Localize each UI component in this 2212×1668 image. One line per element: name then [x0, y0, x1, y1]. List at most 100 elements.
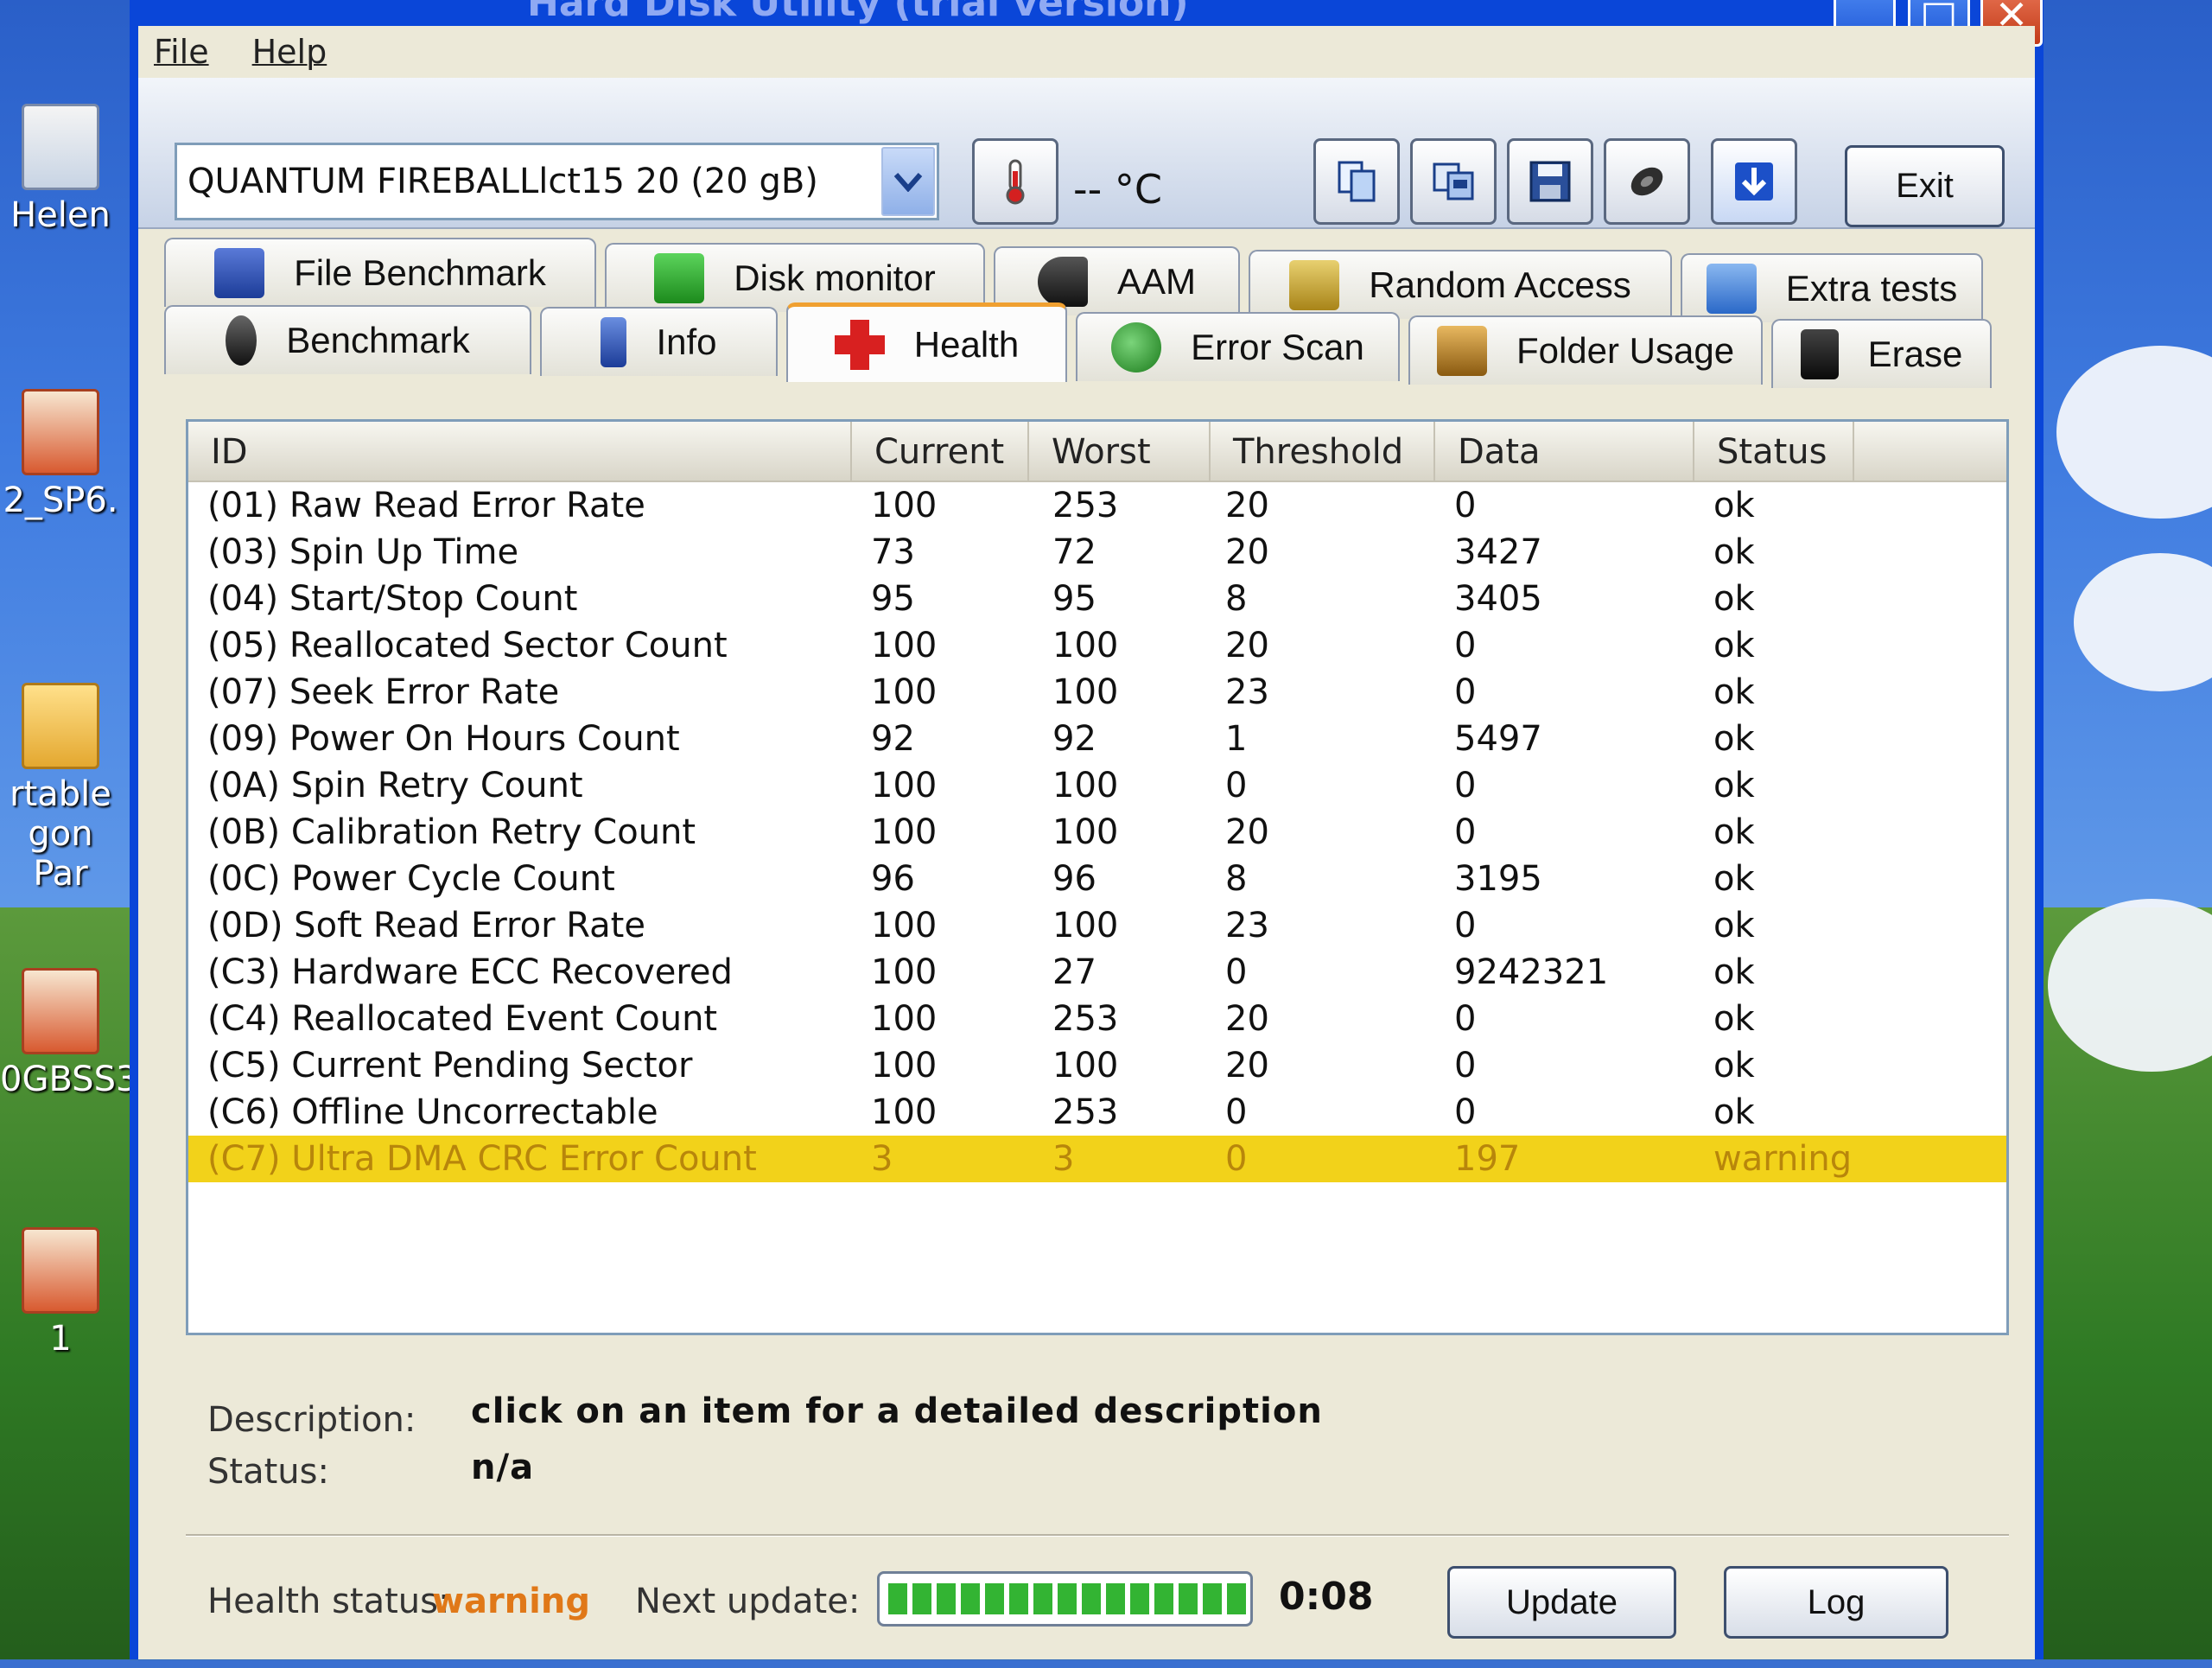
cell-current: 95: [871, 579, 915, 619]
cell-threshold: 23: [1225, 906, 1269, 945]
cell-status: ok: [1713, 1092, 1755, 1132]
installer-icon: [22, 389, 99, 475]
tab-file-benchmark[interactable]: File Benchmark: [164, 238, 596, 307]
cell-current: 100: [871, 812, 938, 852]
download-button[interactable]: [1711, 138, 1797, 225]
column-header-current[interactable]: Current: [852, 422, 1029, 482]
next-update-progress: [877, 1571, 1253, 1627]
trash-icon: [1800, 329, 1839, 379]
options-button[interactable]: [1604, 138, 1690, 225]
cell-data: 0: [1454, 1046, 1477, 1085]
column-header-status[interactable]: Status: [1694, 422, 1854, 482]
log-button[interactable]: Log: [1724, 1566, 1948, 1639]
cell-worst: 100: [1052, 626, 1119, 665]
cell-current: 3: [871, 1139, 893, 1179]
toolbar: QUANTUM FIREBALLlct15 20 (20 gB) -- °C E…: [138, 78, 2035, 229]
copy-button[interactable]: [1313, 138, 1400, 225]
table-row[interactable]: (C4) Reallocated Event Count 100 253 20 0 ok: [188, 996, 2006, 1042]
save-button[interactable]: [1507, 138, 1593, 225]
desktop-icon-1[interactable]: 1: [0, 1227, 121, 1359]
health-status-label: Health status:: [207, 1582, 450, 1621]
cell-threshold: 20: [1225, 626, 1269, 665]
tab-info[interactable]: Info: [540, 307, 778, 376]
smart-table: ID Current Worst Threshold Data Status (…: [186, 419, 2009, 1335]
cell-threshold: 23: [1225, 672, 1269, 712]
table-row[interactable]: (0C) Power Cycle Count 96 96 8 3195 ok: [188, 856, 2006, 902]
table-row[interactable]: (0B) Calibration Retry Count 100 100 20 0 ok: [188, 809, 2006, 856]
cell-id: (01) Raw Read Error Rate: [207, 486, 645, 525]
status-footer: Health status: warning Next update: 0:08…: [186, 1547, 2009, 1668]
table-row[interactable]: (04) Start/Stop Count 95 95 8 3405 ok: [188, 576, 2006, 622]
column-header-data[interactable]: Data: [1435, 422, 1694, 482]
cell-status: ok: [1713, 719, 1755, 759]
file-benchmark-icon: [214, 248, 265, 298]
window-title: Hard Disk Utility (trial version): [527, 0, 1189, 25]
table-row[interactable]: (C6) Offline Uncorrectable 100 253 0 0 ok: [188, 1089, 2006, 1136]
column-header-worst[interactable]: Worst: [1029, 422, 1211, 482]
menu-help[interactable]: Help: [252, 33, 327, 71]
exit-button[interactable]: Exit: [1845, 145, 2005, 227]
cell-id: (07) Seek Error Rate: [207, 672, 560, 712]
cell-id: (0B) Calibration Retry Count: [207, 812, 696, 852]
desktop-icon-helen[interactable]: Helen: [0, 104, 121, 235]
table-row[interactable]: (0A) Spin Retry Count 100 100 0 0 ok: [188, 762, 2006, 809]
table-row[interactable]: (01) Raw Read Error Rate 100 253 20 0 ok: [188, 482, 2006, 529]
column-header-threshold[interactable]: Threshold: [1211, 422, 1435, 482]
tab-strip: File Benchmark Disk monitor AAM Random A…: [164, 238, 2009, 419]
update-button[interactable]: Update: [1447, 1566, 1676, 1639]
cell-current: 96: [871, 859, 915, 899]
tab-extra-tests[interactable]: Extra tests: [1681, 253, 1983, 322]
desktop-icon-portable[interactable]: rtable gon Par: [0, 683, 121, 894]
tab-benchmark[interactable]: Benchmark: [164, 305, 531, 374]
table-row[interactable]: (0D) Soft Read Error Rate 100 100 23 0 ok: [188, 902, 2006, 949]
cell-status: ok: [1713, 626, 1755, 665]
table-row[interactable]: (05) Reallocated Sector Count 100 100 20 0 ok: [188, 622, 2006, 669]
desktop-icon-gbss3[interactable]: 0GBSS3: [0, 968, 137, 1099]
cell-status: ok: [1713, 672, 1755, 712]
tab-disk-monitor[interactable]: Disk monitor: [605, 243, 985, 312]
tab-random-access[interactable]: Random Access: [1249, 250, 1672, 319]
progress-block: [1033, 1583, 1052, 1614]
table-row[interactable]: (C3) Hardware ECC Recovered 100 27 0 9242321…: [188, 949, 2006, 996]
drive-select[interactable]: QUANTUM FIREBALLlct15 20 (20 gB): [175, 143, 939, 220]
copy-screen-button[interactable]: [1410, 138, 1497, 225]
table-row[interactable]: (07) Seek Error Rate 100 100 23 0 ok: [188, 669, 2006, 716]
temperature-button[interactable]: [972, 138, 1058, 225]
table-header: ID Current Worst Threshold Data Status: [188, 422, 2006, 482]
cell-data: 197: [1454, 1139, 1521, 1179]
desktop-icon-sp6[interactable]: 2_SP6.: [0, 389, 121, 520]
cell-threshold: 20: [1225, 999, 1269, 1039]
save-icon: [1529, 161, 1571, 202]
chevron-down-icon[interactable]: [881, 147, 935, 216]
cell-data: 3195: [1454, 859, 1542, 899]
next-update-countdown: 0:08: [1279, 1575, 1374, 1619]
cell-id: (C4) Reallocated Event Count: [207, 999, 718, 1039]
tab-erase[interactable]: Erase: [1771, 319, 1992, 388]
table-row[interactable]: (C7) Ultra DMA CRC Error Count 3 3 0 197 warn…: [188, 1136, 2006, 1182]
cell-current: 100: [871, 766, 938, 805]
tab-health[interactable]: Health: [786, 302, 1067, 382]
desktop-icon-label: 1: [49, 1319, 72, 1359]
cell-current: 100: [871, 672, 938, 712]
cell-status: ok: [1713, 952, 1755, 992]
magnifier-icon: [1111, 322, 1162, 372]
cell-status: ok: [1713, 999, 1755, 1039]
cell-worst: 253: [1052, 1092, 1119, 1132]
cell-threshold: 20: [1225, 812, 1269, 852]
cell-status: ok: [1713, 859, 1755, 899]
tab-label: File Benchmark: [294, 252, 546, 293]
menu-file[interactable]: File: [154, 33, 209, 71]
table-row[interactable]: (03) Spin Up Time 73 72 20 3427 ok: [188, 529, 2006, 576]
cell-current: 100: [871, 486, 938, 525]
column-header-id[interactable]: ID: [188, 422, 852, 482]
tab-label: Error Scan: [1191, 327, 1364, 367]
table-row[interactable]: (09) Power On Hours Count 92 92 1 5497 ok: [188, 716, 2006, 762]
table-row[interactable]: (C5) Current Pending Sector 100 100 20 0 ok: [188, 1042, 2006, 1089]
drive-select-value: QUANTUM FIREBALLlct15 20 (20 gB): [188, 162, 818, 201]
cell-id: (C6) Offline Uncorrectable: [207, 1092, 658, 1132]
desktop-icon-label: gon Par: [28, 814, 93, 894]
bar-chart-icon: [654, 253, 705, 303]
tab-error-scan[interactable]: Error Scan: [1076, 312, 1400, 381]
tab-folder-usage[interactable]: Folder Usage: [1408, 315, 1763, 385]
cell-threshold: 0: [1225, 1139, 1248, 1179]
